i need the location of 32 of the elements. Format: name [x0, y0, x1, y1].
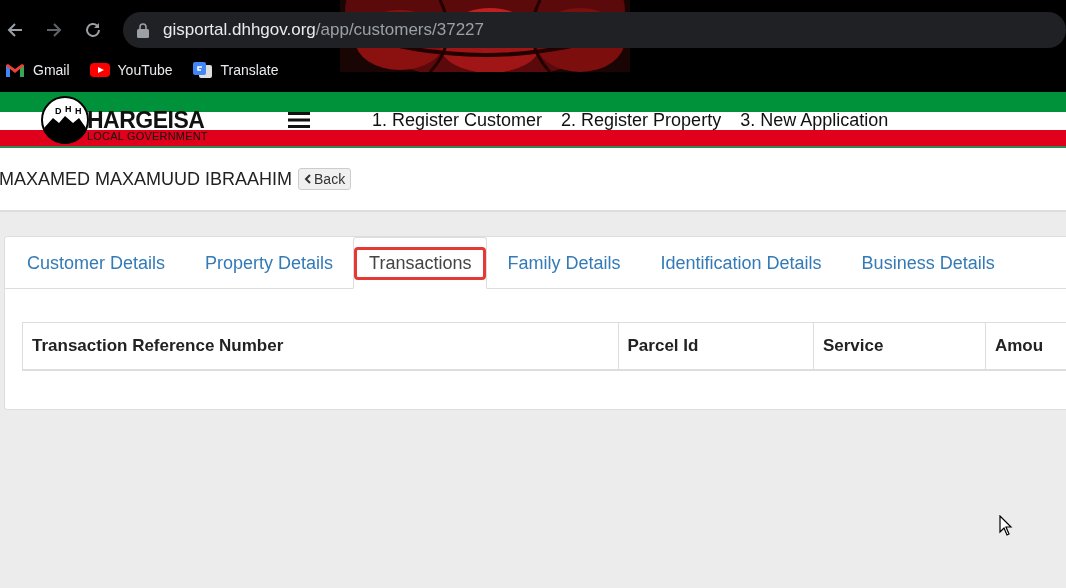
column-header: Service: [813, 323, 986, 369]
cursor-icon: [999, 515, 1013, 536]
address-bar[interactable]: gisportal.dhhgov.org/app/customers/37227: [123, 12, 1066, 48]
logo-emblem-icon: D H H: [41, 96, 89, 144]
column-header: Transaction Reference Number: [23, 323, 619, 369]
tab[interactable]: Customer Details: [7, 237, 186, 289]
play-icon: [89, 62, 110, 78]
menu-icon[interactable]: [288, 112, 310, 128]
url-path: /app/customers/37227: [315, 20, 484, 40]
reload-icon[interactable]: [83, 20, 103, 40]
nav-link[interactable]: 1. Register Customer: [372, 109, 543, 131]
column-header: Amou: [985, 323, 1066, 369]
bookmark[interactable]: YouTube: [89, 62, 173, 78]
lock-icon: [137, 22, 149, 38]
chevron-icon: [304, 174, 313, 184]
bookmark[interactable]: Translate: [192, 62, 279, 78]
nav-link[interactable]: 2. Register Property: [561, 109, 722, 131]
logo-subtitle: LOCAL GOVERNMENT: [87, 130, 208, 142]
customer-name: MAXAMED MAXAMUUD IBRAAHIM: [0, 168, 293, 190]
tab[interactable]: Business Details: [841, 237, 1015, 289]
bookmark[interactable]: Gmail: [5, 62, 70, 78]
translate-icon: [192, 62, 213, 78]
tab[interactable]: Property Details: [185, 237, 354, 289]
column-header: Parcel Id: [618, 323, 814, 369]
logo-title: HARGEISA: [87, 108, 205, 131]
tab[interactable]: Family Details: [487, 237, 641, 289]
back-button[interactable]: Back: [298, 168, 352, 190]
tab[interactable]: Transactions: [353, 237, 488, 289]
url-host: gisportal.dhhgov.org: [163, 20, 316, 40]
tab[interactable]: Identification Details: [640, 237, 842, 289]
nav-link[interactable]: 3. New Application: [740, 109, 889, 131]
mail-icon: [5, 62, 25, 78]
